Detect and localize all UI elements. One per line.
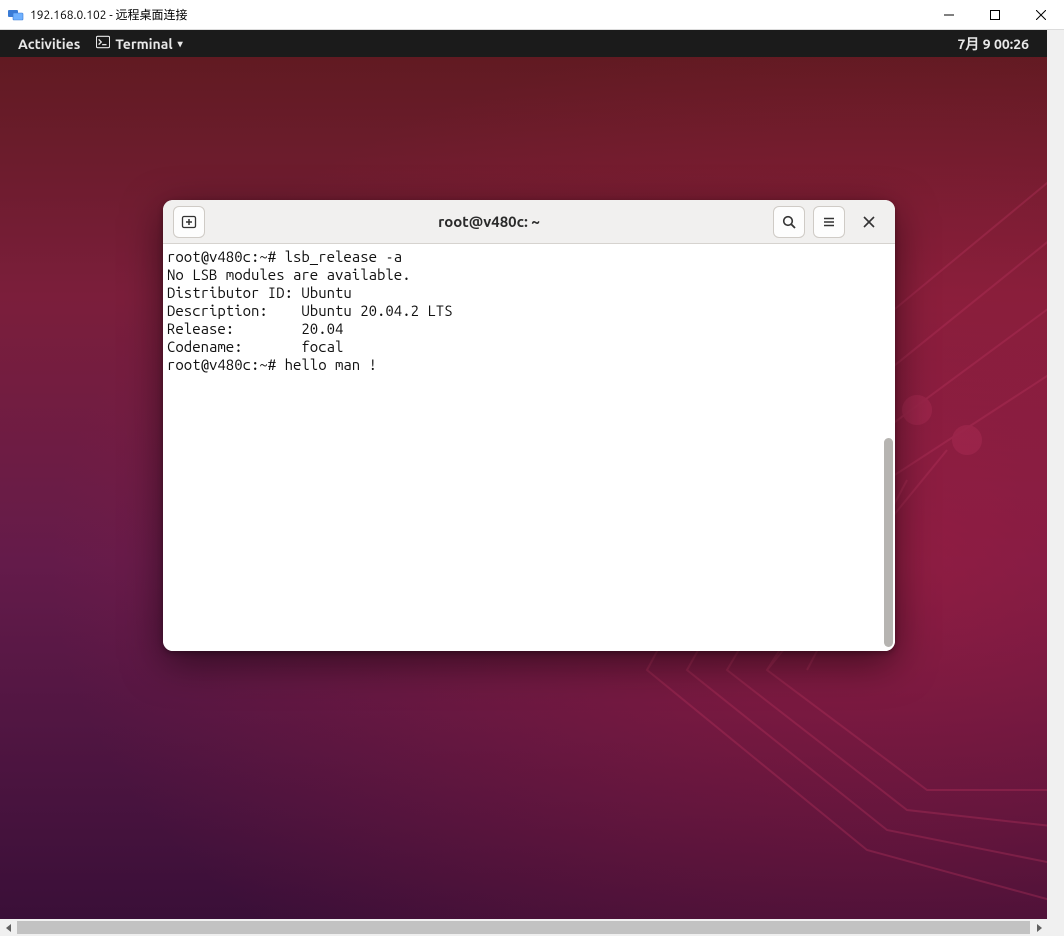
outer-horizontal-scrollbar[interactable] xyxy=(0,919,1047,936)
terminal-text[interactable]: root@v480c:~# lsb_release -a No LSB modu… xyxy=(167,248,881,647)
rdp-window: 192.168.0.102 - 远程桌面连接 xyxy=(0,0,1064,936)
outer-hscroll-thumb[interactable] xyxy=(17,921,1030,934)
activities-button[interactable]: Activities xyxy=(10,30,88,57)
terminal-body[interactable]: root@v480c:~# lsb_release -a No LSB modu… xyxy=(163,244,895,651)
search-button[interactable] xyxy=(773,206,805,238)
ubuntu-desktop[interactable]: Activities Terminal ▾ 7月 9 00:26 xyxy=(0,30,1047,919)
terminal-scrollbar[interactable] xyxy=(884,248,893,647)
new-tab-button[interactable] xyxy=(173,206,205,238)
remote-viewport: Activities Terminal ▾ 7月 9 00:26 xyxy=(0,30,1047,919)
activities-label: Activities xyxy=(18,36,80,52)
terminal-icon xyxy=(96,35,110,52)
clock-text: 7月 9 00:26 xyxy=(958,34,1029,54)
minimize-button[interactable] xyxy=(926,0,972,30)
app-menu-label: Terminal xyxy=(115,36,172,52)
maximize-button[interactable] xyxy=(972,0,1018,30)
close-button[interactable] xyxy=(1018,0,1064,30)
terminal-close-button[interactable] xyxy=(853,206,885,238)
window-controls xyxy=(926,0,1064,30)
scroll-right-arrow-icon[interactable] xyxy=(1030,919,1047,936)
clock[interactable]: 7月 9 00:26 xyxy=(950,30,1037,57)
rdp-titlebar[interactable]: 192.168.0.102 - 远程桌面连接 xyxy=(0,0,1064,30)
gnome-top-bar: Activities Terminal ▾ 7月 9 00:26 xyxy=(0,30,1047,57)
terminal-title: root@v480c: ~ xyxy=(213,213,765,230)
rdp-title: 192.168.0.102 - 远程桌面连接 xyxy=(30,6,926,23)
scroll-left-arrow-icon[interactable] xyxy=(0,919,17,936)
terminal-scrollbar-thumb[interactable] xyxy=(884,438,893,647)
menu-button[interactable] xyxy=(813,206,845,238)
terminal-window: root@v480c: ~ root@v480c:~# lsb_release … xyxy=(163,200,895,651)
chevron-down-icon: ▾ xyxy=(178,38,183,50)
rdp-content: Activities Terminal ▾ 7月 9 00:26 xyxy=(0,30,1064,936)
scrollbar-corner xyxy=(1047,919,1064,936)
outer-vertical-scrollbar[interactable] xyxy=(1047,30,1064,919)
rdp-app-icon xyxy=(8,7,24,23)
terminal-header[interactable]: root@v480c: ~ xyxy=(163,200,895,244)
app-menu[interactable]: Terminal ▾ xyxy=(88,30,190,57)
outer-hscroll-track[interactable] xyxy=(17,919,1030,936)
